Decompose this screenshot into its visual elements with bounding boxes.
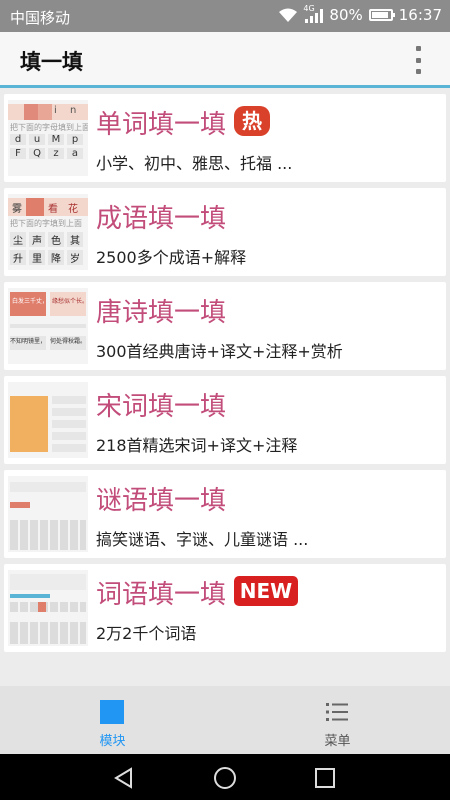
thumb-letter: n	[70, 105, 77, 116]
wifi-icon	[279, 8, 298, 22]
signal-icon: 4G	[303, 4, 324, 23]
thumb-letter: i	[54, 105, 57, 116]
thumb-char: 看	[48, 204, 58, 215]
list-item-word[interactable]: i n 把下面的字母填到上面 d u M p F Q z a 单词填一填 热 小…	[4, 94, 446, 182]
item-subtitle: 300首经典唐诗+译文+注释+赏析	[96, 342, 343, 361]
status-bar: 中国移动 4G 80% 16:37	[0, 0, 450, 32]
bottom-navigation: 模块 菜单	[0, 686, 450, 754]
item-subtitle: 2500多个成语+解释	[96, 248, 247, 267]
status-icons: 4G 80% 16:37	[277, 4, 442, 24]
item-title: 成语填一填	[96, 204, 227, 234]
list-item-idiom[interactable]: 雾 看 花 把下面的字填到上面 尘 声 色 其 升 里 降 岁 成语填一填 25…	[4, 188, 446, 276]
module-square-icon	[100, 700, 124, 724]
item-subtitle: 搞笑谜语、字谜、儿童谜语 ...	[96, 530, 309, 549]
idiom-thumbnail: 雾 看 花 把下面的字填到上面 尘 声 色 其 升 里 降 岁	[8, 194, 88, 270]
thumb-key: d	[10, 134, 26, 145]
home-icon[interactable]	[212, 765, 238, 791]
app-bar: 填一填	[0, 32, 450, 88]
system-navigation-bar	[0, 754, 450, 800]
thumb-key: a	[67, 148, 83, 159]
item-subtitle: 218首精选宋词+译文+注释	[96, 436, 298, 455]
tab-label: 模块	[99, 734, 126, 749]
tab-label: 菜单	[324, 734, 351, 749]
list-menu-icon	[326, 703, 348, 721]
item-title: 谜语填一填	[96, 486, 227, 516]
recents-icon[interactable]	[314, 767, 336, 789]
item-title: 宋词填一填	[96, 392, 227, 422]
list-item-word-phrase[interactable]: 词语填一填 NEW 2万2千个词语	[4, 564, 446, 652]
thumb-key: p	[67, 134, 83, 145]
battery-icon	[368, 9, 395, 21]
thumb-key: 里	[29, 250, 45, 265]
thumb-key: 降	[48, 250, 64, 265]
thumb-line: 白发三千丈，	[12, 298, 49, 305]
item-title: 词语填一填	[96, 580, 227, 610]
word-thumbnail: i n 把下面的字母填到上面 d u M p F Q z a	[8, 100, 88, 176]
tab-modules[interactable]: 模块	[0, 686, 225, 754]
word-phrase-thumbnail	[8, 570, 88, 646]
thumb-caption: 把下面的字填到上面	[10, 219, 82, 228]
list-item-riddle[interactable]: 谜语填一填 搞笑谜语、字谜、儿童谜语 ...	[4, 470, 446, 558]
item-title: 唐诗填一填	[96, 298, 227, 328]
back-icon[interactable]	[112, 766, 136, 790]
list-item-song-ci[interactable]: 宋词填一填 218首精选宋词+译文+注释	[4, 376, 446, 464]
thumb-char: 花	[68, 204, 78, 215]
thumb-line: 缘愁似个长。	[52, 298, 88, 305]
thumb-key: 岁	[67, 250, 83, 265]
tab-menu[interactable]: 菜单	[225, 686, 450, 754]
battery-fill	[371, 12, 388, 18]
thumb-line: 何处得秋霜。	[50, 336, 86, 350]
thumb-caption: 把下面的字母填到上面	[10, 123, 88, 132]
new-badge: NEW	[234, 576, 298, 606]
page-title: 填一填	[20, 50, 83, 74]
thumb-key: 升	[10, 250, 26, 265]
song-ci-thumbnail	[8, 382, 88, 458]
thumb-key: Q	[29, 148, 45, 159]
clock: 16:37	[398, 6, 442, 24]
more-vert-icon[interactable]	[414, 46, 422, 74]
thumb-key: z	[48, 148, 64, 159]
tang-poem-thumbnail: 白发三千丈， 缘愁似个长。 不知明镜里， 何处得秋霜。	[8, 288, 88, 364]
item-title: 单词填一填	[96, 110, 227, 140]
hot-badge: 热	[234, 106, 270, 136]
thumb-key: 其	[67, 232, 83, 247]
thumb-key: M	[48, 134, 64, 145]
item-subtitle: 小学、初中、雅思、托福 ...	[96, 154, 293, 173]
thumb-key: 尘	[10, 232, 26, 247]
list-item-tang-poem[interactable]: 白发三千丈， 缘愁似个长。 不知明镜里， 何处得秋霜。 唐诗填一填 300首经典…	[4, 282, 446, 370]
riddle-thumbnail	[8, 476, 88, 552]
item-subtitle: 2万2千个词语	[96, 624, 197, 643]
thumb-key: F	[10, 148, 26, 159]
thumb-key: 声	[29, 232, 45, 247]
battery-percent: 80%	[329, 6, 363, 24]
carrier-label: 中国移动	[10, 9, 71, 27]
thumb-char: 雾	[12, 204, 22, 215]
thumb-key: u	[29, 134, 45, 145]
thumb-line: 不知明镜里，	[10, 336, 46, 350]
network-type: 4G	[303, 4, 315, 13]
thumb-key: 色	[48, 232, 64, 247]
